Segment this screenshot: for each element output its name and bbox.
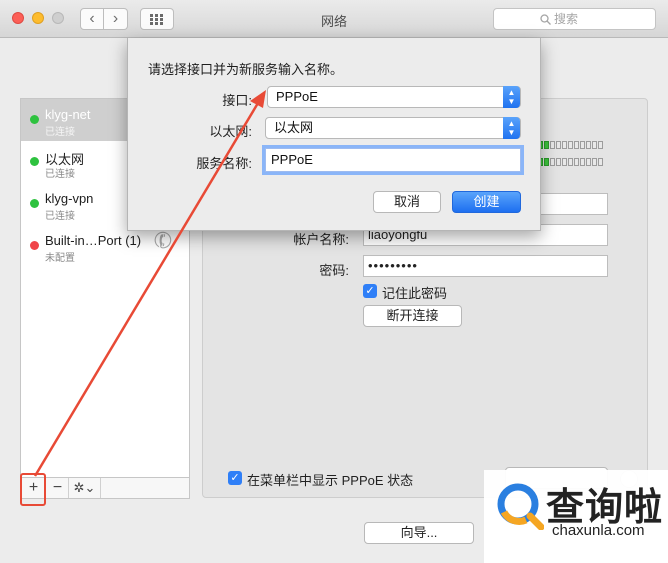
watermark: 查询啦 chaxunla.com xyxy=(484,470,668,563)
magnifier-logo-icon xyxy=(497,483,544,530)
watermark-url: chaxunla.com xyxy=(552,522,645,539)
